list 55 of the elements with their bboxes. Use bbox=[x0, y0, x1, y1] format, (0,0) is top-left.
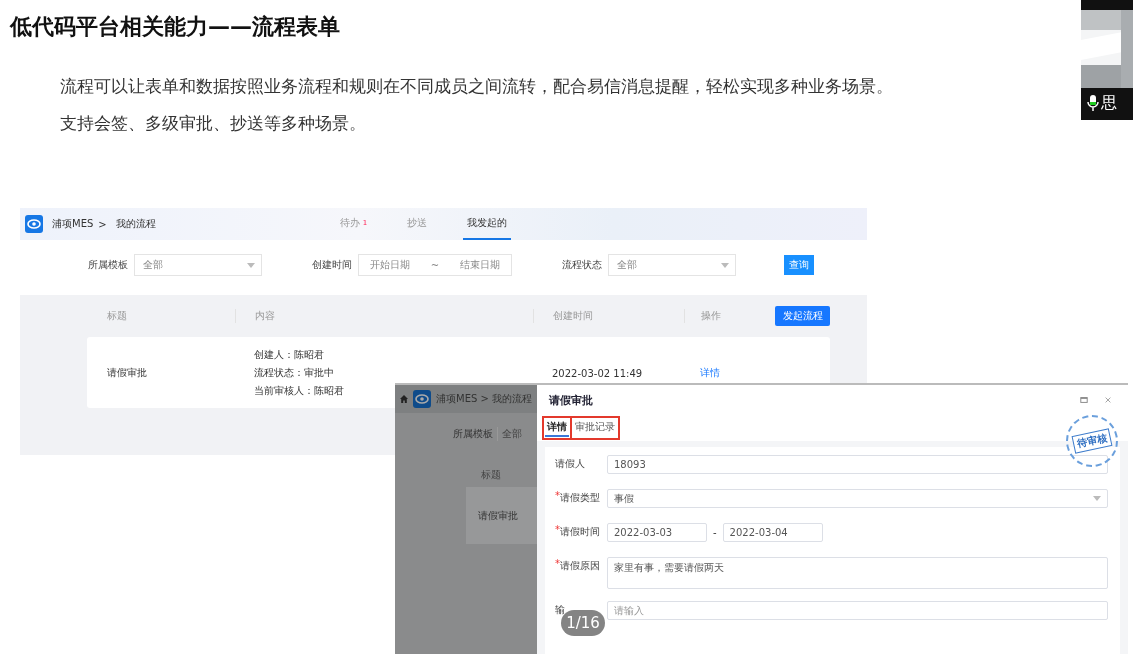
table-cell: 请假审批 bbox=[107, 365, 147, 380]
breadcrumb-text: 浦项MES > 我的流程 bbox=[436, 392, 533, 406]
close-icon[interactable] bbox=[1104, 396, 1112, 404]
table-cell: 2022-03-02 11:49 bbox=[552, 367, 643, 378]
required-mark: * bbox=[555, 525, 560, 535]
template-select[interactable]: 全部 bbox=[134, 254, 262, 276]
required-mark: * bbox=[555, 491, 560, 501]
required-mark: * bbox=[555, 559, 560, 569]
slide-title: 低代码平台相关能力——流程表单 bbox=[10, 13, 340, 41]
slide-paragraph: 支持会签、多级审批、抄送等多种场景。 bbox=[60, 112, 367, 135]
content-line: 当前审核人：陈昭君 bbox=[254, 383, 344, 398]
filter-label: 创建时间 bbox=[312, 258, 352, 272]
content-line: 流程状态：审批中 bbox=[254, 365, 335, 380]
slide-paragraph: 流程可以让表单和数据按照业务流程和规则在不同成员之间流转，配合易信消息提醒，轻松实现多种业务场景。 bbox=[60, 75, 893, 98]
breadcrumb-link[interactable]: 浦项MES bbox=[52, 217, 94, 231]
participant-name: 思 bbox=[1101, 92, 1117, 114]
column-header: 标题 bbox=[107, 309, 127, 323]
filter-label: 所属模板 bbox=[453, 427, 493, 441]
filter-label: 流程状态 bbox=[562, 258, 602, 272]
content-line: 创建人：陈昭君 bbox=[254, 347, 325, 362]
tab[interactable]: 我发起的 bbox=[463, 208, 512, 240]
input-field[interactable]: 18093 bbox=[607, 455, 1108, 474]
microphone-icon[interactable] bbox=[1087, 94, 1099, 112]
caret-icon bbox=[247, 262, 255, 268]
column-header: 内容 bbox=[235, 309, 275, 323]
date-range-field[interactable]: 开始日期 ~ 结束日期 bbox=[358, 254, 512, 276]
breadcrumb-current: 我的流程 bbox=[115, 217, 156, 231]
column-header: 操作 bbox=[684, 309, 721, 323]
date-field[interactable]: 2022-03-03 bbox=[607, 523, 707, 542]
table-cell: 请假审批 bbox=[478, 508, 518, 523]
column-header: 创建时间 bbox=[533, 309, 593, 323]
filter-value: 全部 bbox=[497, 427, 522, 441]
breadcrumb-separator: > bbox=[98, 218, 107, 230]
detail-link[interactable]: 详情 bbox=[700, 365, 720, 380]
status-select[interactable]: 全部 bbox=[608, 254, 736, 276]
range-separator: - bbox=[713, 527, 717, 538]
date-field[interactable]: 2022-03-04 bbox=[722, 523, 823, 542]
caret-icon bbox=[1093, 496, 1101, 501]
tab[interactable]: 详情 bbox=[545, 419, 569, 437]
tab[interactable]: 审批记录 bbox=[573, 419, 617, 437]
field-label: 请假类型 bbox=[560, 492, 600, 505]
caret-icon bbox=[721, 262, 729, 268]
logo-icon bbox=[413, 390, 431, 408]
field-label: 请假原因 bbox=[560, 560, 600, 573]
field-label: 请假人 bbox=[555, 457, 585, 471]
textarea-field[interactable]: 家里有事，需要请假两天 bbox=[607, 557, 1108, 589]
column-header: 标题 bbox=[481, 468, 501, 482]
field-label: 请假时间 bbox=[560, 526, 600, 539]
logo-icon bbox=[25, 215, 43, 233]
select-field[interactable]: 事假 bbox=[607, 489, 1108, 508]
maximize-icon[interactable] bbox=[1080, 396, 1088, 404]
home-icon bbox=[400, 395, 408, 403]
dialog-title: 请假审批 bbox=[549, 392, 594, 408]
filter-label: 所属模板 bbox=[88, 258, 128, 272]
start-flow-button[interactable]: 发起流程 bbox=[775, 306, 830, 326]
